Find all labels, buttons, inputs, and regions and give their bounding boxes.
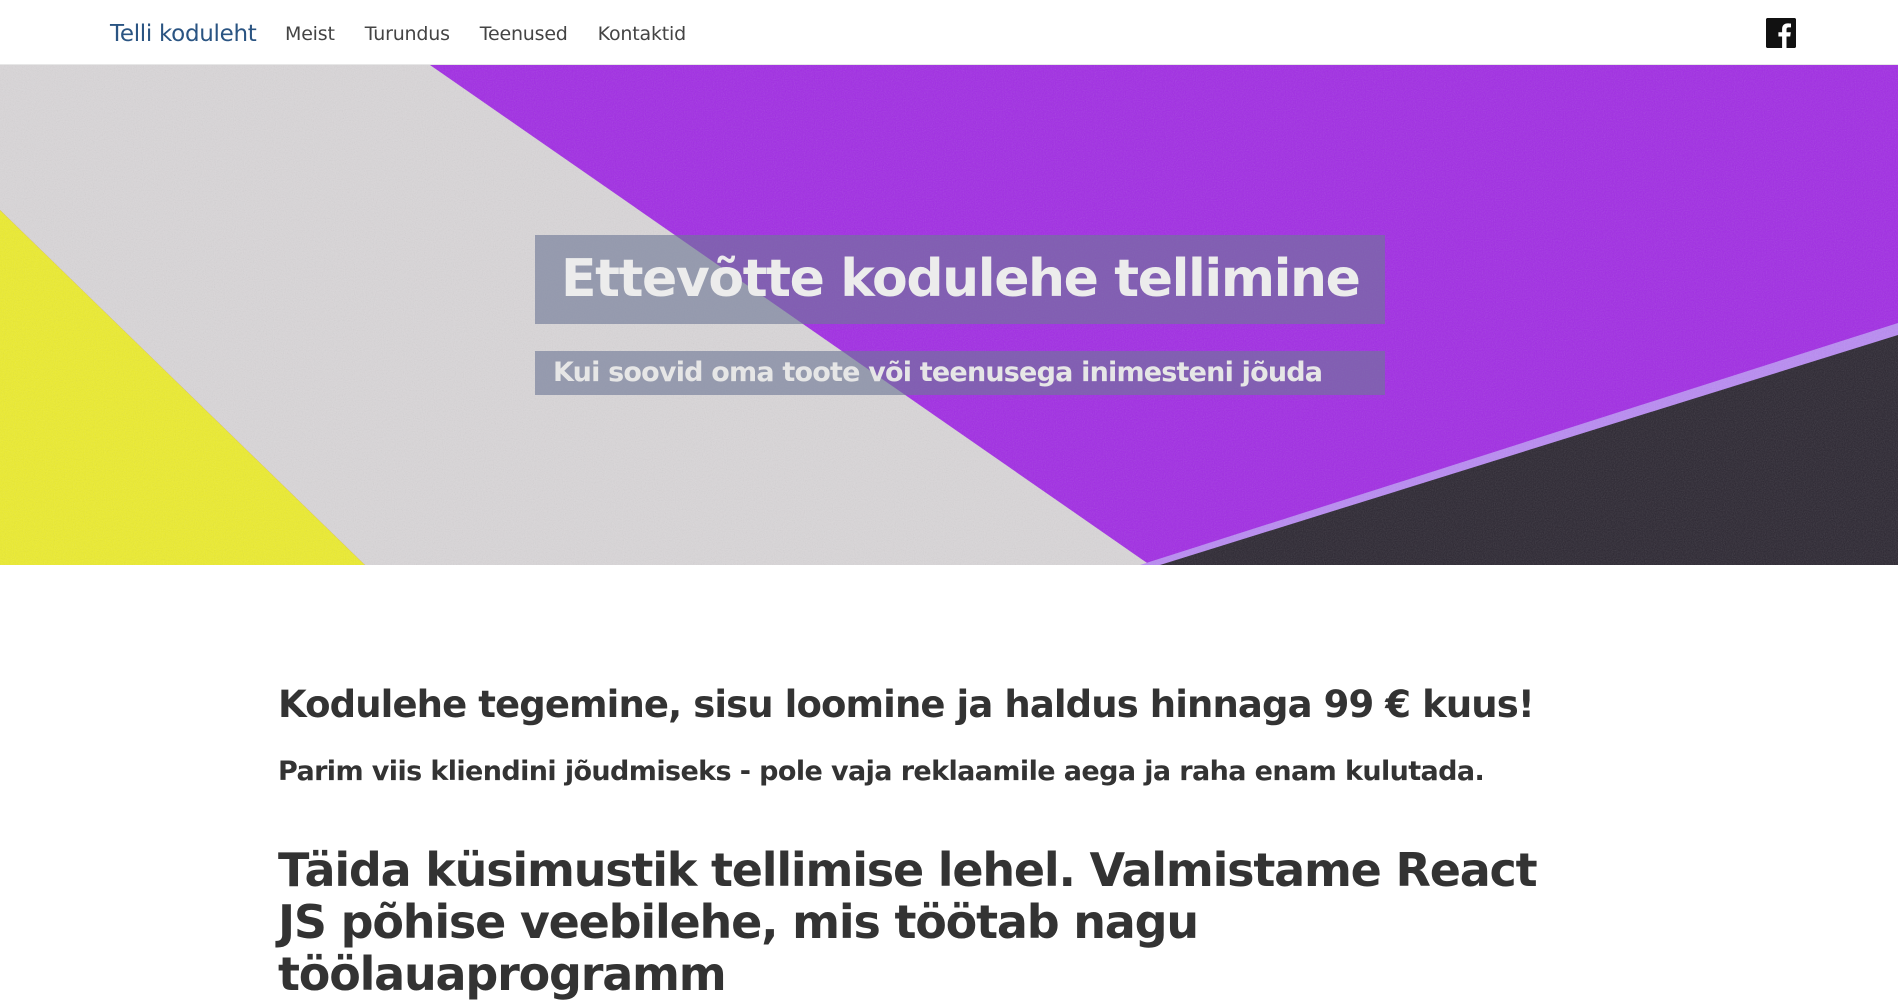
price-headline: Kodulehe tegemine, sisu loomine ja haldu… <box>278 683 1535 726</box>
nav-item-kontaktid: Kontaktid <box>598 23 716 45</box>
nav-item-meist: Meist <box>285 23 365 45</box>
nav-item-turundus: Turundus <box>365 23 480 45</box>
nav-links: Meist Turundus Teenused Kontaktid <box>285 23 716 45</box>
top-navbar: Telli koduleht Meist Turundus Teenused K… <box>0 0 1898 65</box>
hero-subtitle-box: Kui soovid oma toote või teenusega inime… <box>535 351 1385 395</box>
cta-headline: Täida küsimustik tellimise lehel. Valmis… <box>278 843 1538 1001</box>
sub-headline: Parim viis kliendini jõudmiseks - pole v… <box>278 756 1485 787</box>
hero-banner: Ettevõtte kodulehe tellimine Kui soovid … <box>0 65 1898 565</box>
nav-link-turundus[interactable]: Turundus <box>365 23 450 45</box>
hero-title-box: Ettevõtte kodulehe tellimine <box>535 235 1385 324</box>
hero-title: Ettevõtte kodulehe tellimine <box>561 249 1361 309</box>
hero-subtitle: Kui soovid oma toote või teenusega inime… <box>553 357 1323 388</box>
main-content: Kodulehe tegemine, sisu loomine ja haldu… <box>278 680 1618 1000</box>
facebook-icon[interactable] <box>1766 18 1796 48</box>
nav-item-teenused: Teenused <box>480 23 598 45</box>
nav-link-meist[interactable]: Meist <box>285 23 335 45</box>
brand-link[interactable]: Telli koduleht <box>110 21 257 47</box>
nav-link-kontaktid[interactable]: Kontaktid <box>598 23 686 45</box>
nav-link-teenused[interactable]: Teenused <box>480 23 568 45</box>
